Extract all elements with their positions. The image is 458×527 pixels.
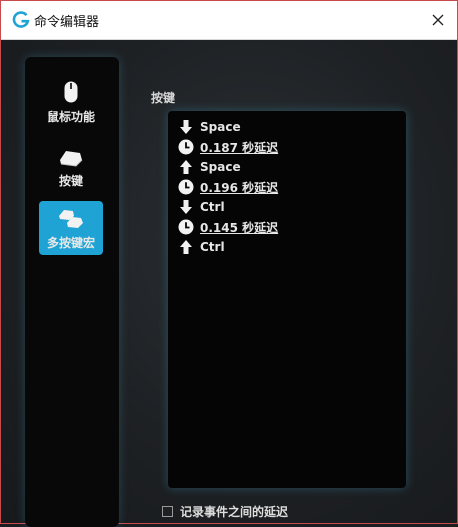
list-item[interactable]: Space	[178, 158, 241, 176]
delay-value: 0.145 秒延迟	[200, 220, 279, 235]
clock-icon	[178, 179, 194, 195]
clock-icon	[178, 219, 194, 235]
sidebar-item-keystroke[interactable]: 按键	[39, 139, 103, 193]
sidebar-item-label: 多按键宏	[46, 236, 95, 250]
list-item[interactable]: 0.196 秒延迟	[178, 178, 278, 196]
list-item[interactable]: Ctrl	[178, 198, 225, 216]
key-name: Ctrl	[200, 200, 225, 214]
key-name: Ctrl	[200, 240, 225, 254]
command-type-sidebar: 鼠标功能 按键 多按键宏	[25, 57, 119, 527]
arrow-up-icon	[180, 160, 192, 174]
arrow-up-icon	[180, 240, 192, 254]
command-editor-window: 命令编辑器 鼠标功能 按键 多按键宏 按键 Space 0.187 秒延迟 Sp…	[0, 0, 458, 527]
sidebar-item-label: 按键	[58, 174, 83, 188]
macro-keystroke-list[interactable]: Space 0.187 秒延迟 Space 0.196 秒延迟 Ctrl 0.1	[168, 111, 406, 488]
editor-content: 鼠标功能 按键 多按键宏 按键 Space 0.187 秒延迟 Space 0.…	[1, 40, 457, 527]
arrow-down-icon	[180, 200, 192, 214]
sidebar-item-mouse-function[interactable]: 鼠标功能	[39, 75, 103, 129]
clock-icon	[178, 139, 194, 155]
close-icon	[432, 14, 444, 26]
sidebar-item-label: 鼠标功能	[46, 110, 95, 124]
key-name: Space	[200, 120, 241, 134]
list-item[interactable]: Ctrl	[178, 238, 225, 256]
mouse-icon	[64, 81, 78, 103]
title-bar: 命令编辑器	[1, 1, 457, 40]
keystrokes-section-label: 按键	[151, 91, 176, 105]
record-delay-label: 记录事件之间的延迟	[180, 505, 289, 519]
multi-key-icon	[59, 210, 83, 228]
sidebar-item-multi-key-macro[interactable]: 多按键宏	[39, 201, 103, 255]
list-item[interactable]: Space	[178, 118, 241, 136]
record-delay-checkbox[interactable]	[162, 506, 173, 517]
logitech-g-logo-icon	[12, 11, 30, 28]
record-delay-option[interactable]: 记录事件之间的延迟	[162, 503, 288, 520]
window-title: 命令编辑器	[34, 15, 100, 30]
close-button[interactable]	[427, 9, 449, 31]
delay-value: 0.187 秒延迟	[200, 140, 279, 155]
list-item[interactable]: 0.187 秒延迟	[178, 138, 278, 156]
arrow-down-icon	[180, 120, 192, 134]
delay-value: 0.196 秒延迟	[200, 180, 279, 195]
key-name: Space	[200, 160, 241, 174]
list-item[interactable]: 0.145 秒延迟	[178, 218, 278, 236]
key-icon	[60, 151, 83, 167]
